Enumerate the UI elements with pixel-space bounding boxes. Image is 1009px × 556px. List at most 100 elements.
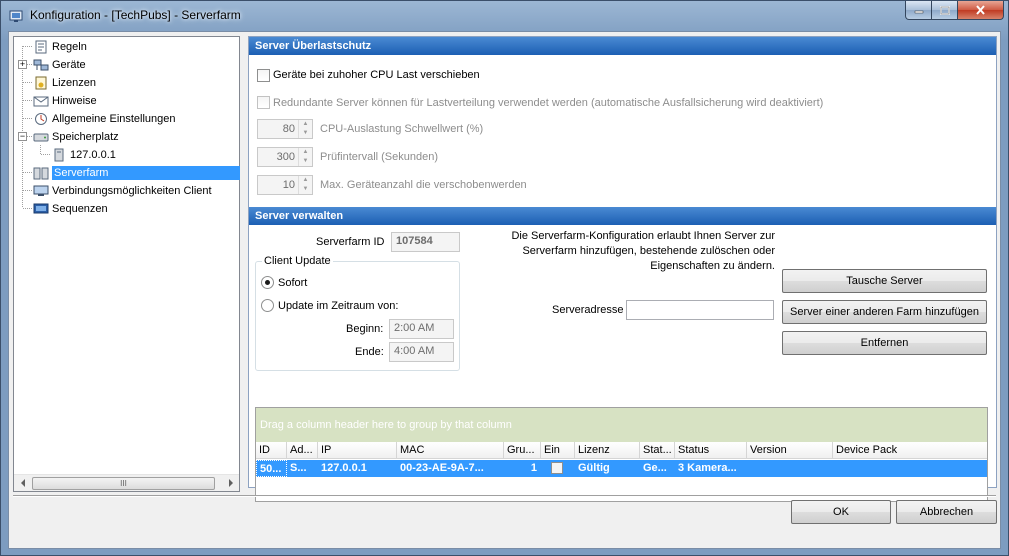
add-server-other-farm-button[interactable]: Server einer anderen Farm hinzufügen <box>782 300 987 324</box>
farm-id-field: 107584 <box>391 232 460 252</box>
server-grid: Drag a column header here to group by th… <box>255 407 988 502</box>
check-interval-stepper[interactable]: 300 ▲ ▼ <box>257 147 313 167</box>
tree-item-general-settings[interactable]: Allgemeine Einstellungen <box>33 110 176 128</box>
server-icon <box>54 148 64 162</box>
farm-id-label: Serverfarm ID <box>316 236 385 248</box>
cell-ein <box>541 460 575 477</box>
cell-status: 3 Kamera... <box>678 462 737 474</box>
server-address-label: Serveradresse <box>552 304 624 316</box>
cell-device-pack <box>833 460 987 477</box>
configuration-window: Konfiguration - [TechPubs] - Serverfarm <box>0 0 1009 556</box>
tree-item-client-connection[interactable]: Verbindungsmöglichkeiten Client <box>33 182 212 200</box>
update-timeframe-radio[interactable] <box>261 299 274 312</box>
client-area: + − Regeln Geräte Lizenzen Hinweise Allg… <box>8 31 1001 549</box>
tree-item-notices[interactable]: Hinweise <box>33 92 97 110</box>
minimize-button[interactable] <box>905 1 932 20</box>
connection-icon <box>33 185 49 196</box>
tree-item-devices[interactable]: Geräte <box>33 56 86 74</box>
minimize-icon <box>914 10 923 14</box>
column-header-mac[interactable]: MAC <box>397 442 504 459</box>
column-header-ip[interactable]: IP <box>318 442 397 459</box>
maximize-button[interactable] <box>932 1 958 20</box>
window-title: Konfiguration - [TechPubs] - Serverfarm <box>30 8 241 22</box>
update-immediately-label: Sofort <box>278 277 308 289</box>
update-immediately-radio[interactable] <box>261 276 274 289</box>
column-header-status[interactable]: Status <box>675 442 747 459</box>
expand-devices-toggle[interactable]: + <box>18 60 27 69</box>
tree-horizontal-scrollbar[interactable]: III <box>14 474 239 491</box>
navigation-tree: + − Regeln Geräte Lizenzen Hinweise Allg… <box>13 36 240 492</box>
close-button[interactable] <box>958 1 1004 20</box>
client-update-group: Client Update Sofort Update im Zeitraum … <box>255 255 460 371</box>
remove-server-button[interactable]: Entfernen <box>782 331 987 355</box>
cell-gru: 1 <box>530 462 537 474</box>
column-header-stat[interactable]: Stat... <box>640 442 675 459</box>
server-farm-icon <box>33 167 49 180</box>
chevron-down-icon[interactable]: ▼ <box>299 185 312 194</box>
column-header-device-pack[interactable]: Device Pack <box>833 442 987 459</box>
overload-section: Geräte bei zuhoher CPU Last verschieben … <box>249 55 996 203</box>
begin-time-field[interactable]: 2:00 AM <box>389 319 454 339</box>
collapse-storage-toggle[interactable]: − <box>18 132 27 141</box>
chevron-down-icon[interactable]: ▼ <box>299 157 312 166</box>
max-devices-label: Max. Geräteanzahl die verschobenwerden <box>320 179 527 191</box>
client-update-legend: Client Update <box>262 255 333 267</box>
dialog-footer: OK Abbrechen <box>9 494 1000 548</box>
tree-item-sequences[interactable]: Sequenzen <box>33 200 108 218</box>
cancel-button[interactable]: Abbrechen <box>896 500 997 524</box>
license-icon <box>35 76 47 90</box>
column-header-license[interactable]: Lizenz <box>575 442 640 459</box>
tree-item-storage[interactable]: Speicherplatz <box>33 128 119 146</box>
swap-server-button[interactable]: Tausche Server <box>782 269 987 293</box>
scroll-left-button[interactable] <box>14 475 31 491</box>
tree-item-licenses[interactable]: Lizenzen <box>33 74 96 92</box>
cell-license: Gültig <box>578 462 610 474</box>
tree-item-local-server[interactable]: 127.0.0.1 <box>51 146 116 164</box>
max-devices-stepper[interactable]: 10 ▲ ▼ <box>257 175 313 195</box>
tree-item-rules[interactable]: Regeln <box>33 38 87 56</box>
redundant-servers-label: Redundante Server können für Lastverteil… <box>273 97 824 109</box>
footer-divider <box>13 495 996 497</box>
cell-mac: 00-23-AE-9A-7... <box>400 462 484 474</box>
maximize-icon <box>939 5 950 15</box>
enabled-checkbox[interactable] <box>551 462 563 474</box>
end-time-field[interactable]: 4:00 AM <box>389 342 454 362</box>
rules-icon <box>35 40 47 54</box>
cpu-threshold-label: CPU-Auslastung Schwellwert (%) <box>320 123 484 135</box>
group-by-panel[interactable]: Drag a column header here to group by th… <box>256 408 987 442</box>
overload-section-header: Server Überlastschutz <box>249 37 996 55</box>
chevron-down-icon[interactable]: ▼ <box>299 129 312 138</box>
column-header-version[interactable]: Version <box>747 442 833 459</box>
devices-icon <box>33 59 49 71</box>
chevron-up-icon[interactable]: ▲ <box>299 176 312 185</box>
chevron-right-icon <box>228 479 233 487</box>
scroll-thumb[interactable]: III <box>32 477 215 490</box>
table-row[interactable]: 50... S... 127.0.0.1 00-23-AE-9A-7... 1 … <box>256 460 987 477</box>
manage-section-header: Server verwalten <box>249 207 996 225</box>
settings-pane: Server Überlastschutz Geräte bei zuhoher… <box>248 36 997 502</box>
cell-ip: 127.0.0.1 <box>321 462 367 474</box>
grid-header: ID Ad... IP MAC Gru... Ein Lizenz Stat..… <box>256 442 987 459</box>
move-devices-label: Geräte bei zuhoher CPU Last verschieben <box>273 69 480 81</box>
cpu-threshold-stepper[interactable]: 80 ▲ ▼ <box>257 119 313 139</box>
notice-icon <box>33 96 49 107</box>
move-devices-checkbox[interactable] <box>257 69 270 82</box>
tree-item-server-farm[interactable]: Serverfarm <box>33 164 240 182</box>
check-interval-label: Prüfintervall (Sekunden) <box>320 151 439 163</box>
column-header-gru[interactable]: Gru... <box>504 442 541 459</box>
column-header-id[interactable]: ID <box>256 442 287 459</box>
column-header-ad[interactable]: Ad... <box>287 442 318 459</box>
cell-ad: S... <box>290 462 307 474</box>
storage-icon <box>33 133 49 142</box>
cell-version <box>747 460 833 477</box>
title-bar[interactable]: Konfiguration - [TechPubs] - Serverfarm <box>1 1 1008 31</box>
server-address-input[interactable] <box>626 300 774 320</box>
chevron-up-icon[interactable]: ▲ <box>299 148 312 157</box>
end-label: Ende: <box>355 346 384 358</box>
column-header-ein[interactable]: Ein <box>541 442 575 459</box>
close-icon <box>976 5 985 15</box>
scroll-right-button[interactable] <box>222 475 239 491</box>
redundant-servers-checkbox[interactable] <box>257 96 270 109</box>
ok-button[interactable]: OK <box>791 500 891 524</box>
chevron-up-icon[interactable]: ▲ <box>299 120 312 129</box>
